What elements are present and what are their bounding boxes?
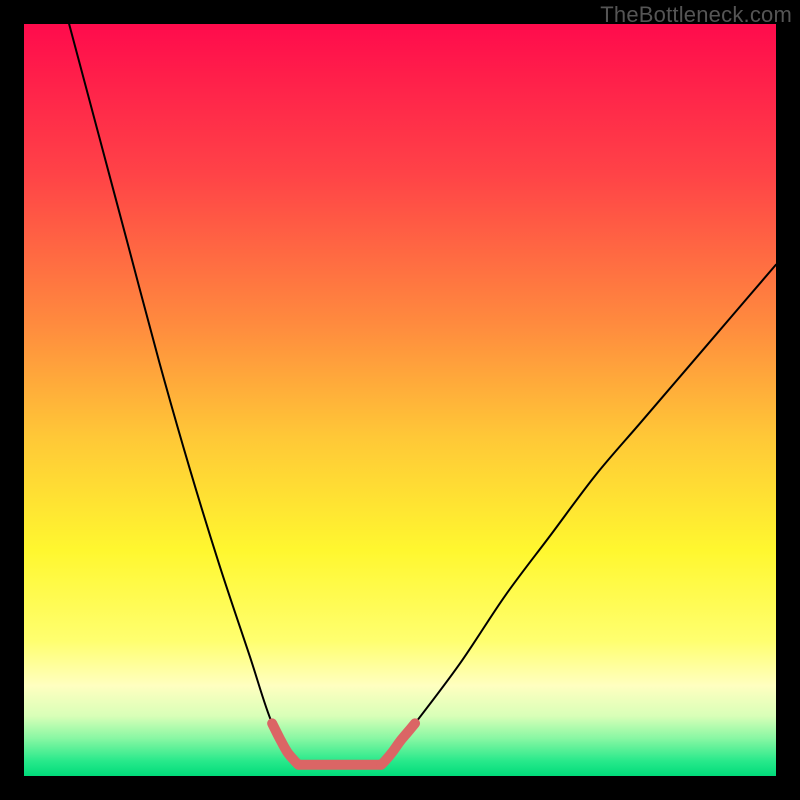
chart-svg	[24, 24, 776, 776]
plot-area	[24, 24, 776, 776]
watermark-text: TheBottleneck.com	[600, 2, 792, 28]
chart-frame: TheBottleneck.com	[0, 0, 800, 800]
chart-background	[24, 24, 776, 776]
